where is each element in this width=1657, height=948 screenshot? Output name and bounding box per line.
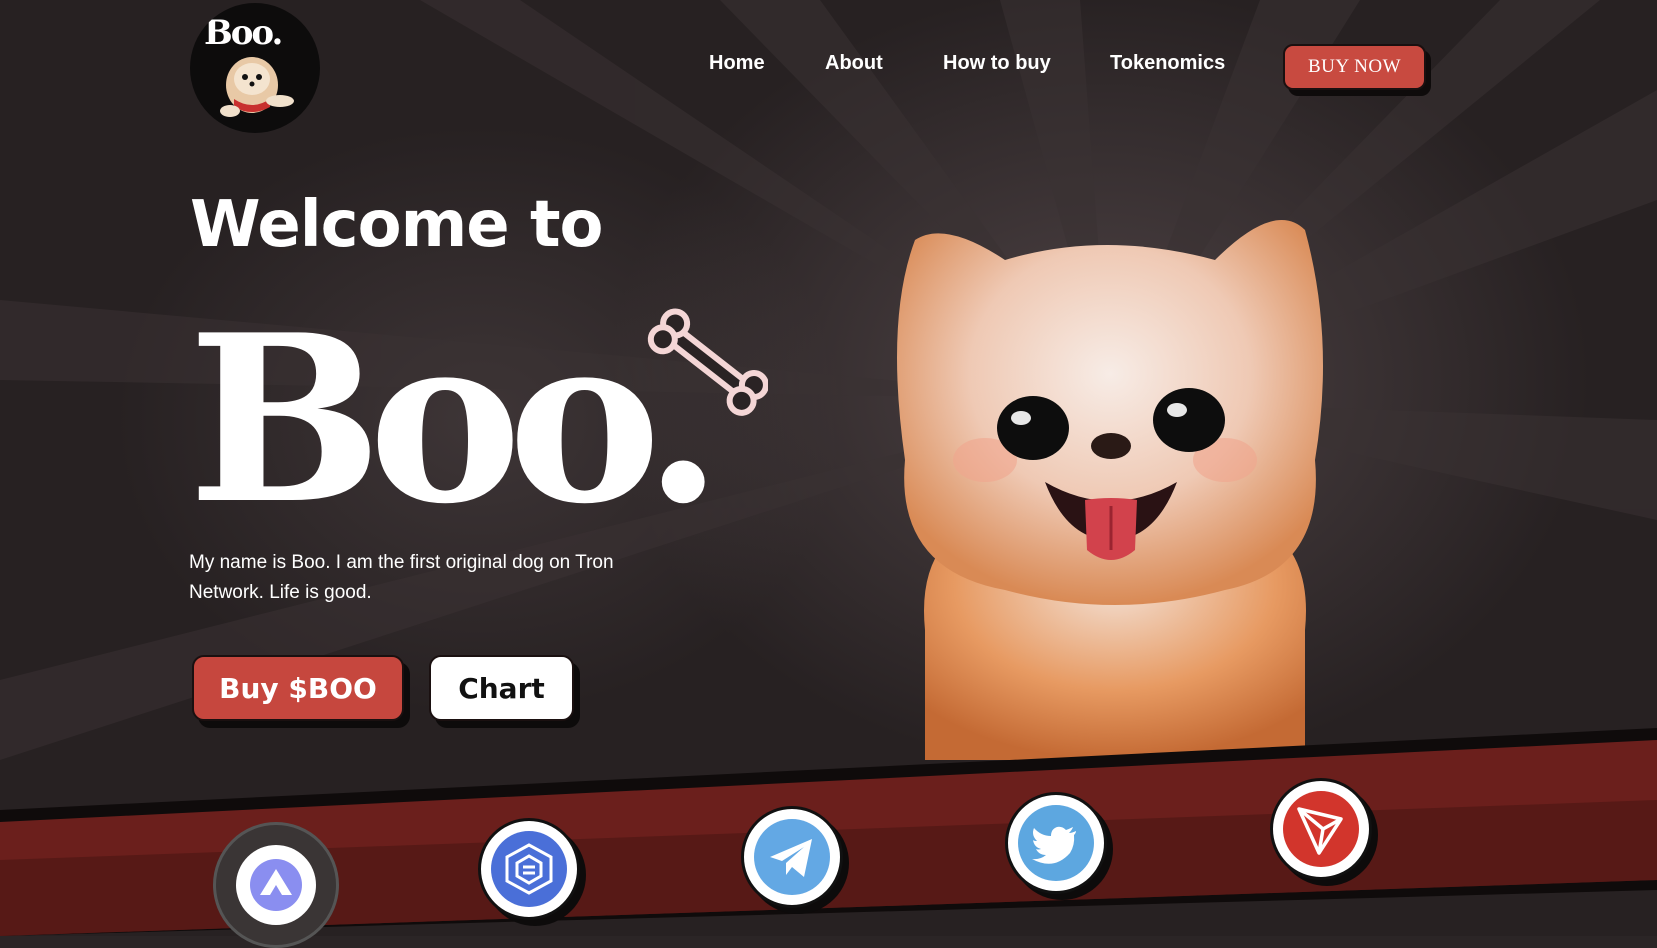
sunpump-icon (250, 859, 302, 911)
cube-exchange-icon (491, 831, 567, 907)
tron-icon (1283, 791, 1359, 867)
twitter-icon (1018, 805, 1094, 881)
social-sunpump[interactable] (213, 822, 339, 948)
social-telegram[interactable] (741, 806, 843, 908)
social-band (0, 728, 1657, 936)
social-cube-exchange[interactable] (478, 818, 580, 920)
social-tron[interactable] (1270, 778, 1372, 880)
social-twitter[interactable] (1005, 792, 1107, 894)
telegram-icon (754, 819, 830, 895)
sunpump-badge (236, 845, 316, 925)
